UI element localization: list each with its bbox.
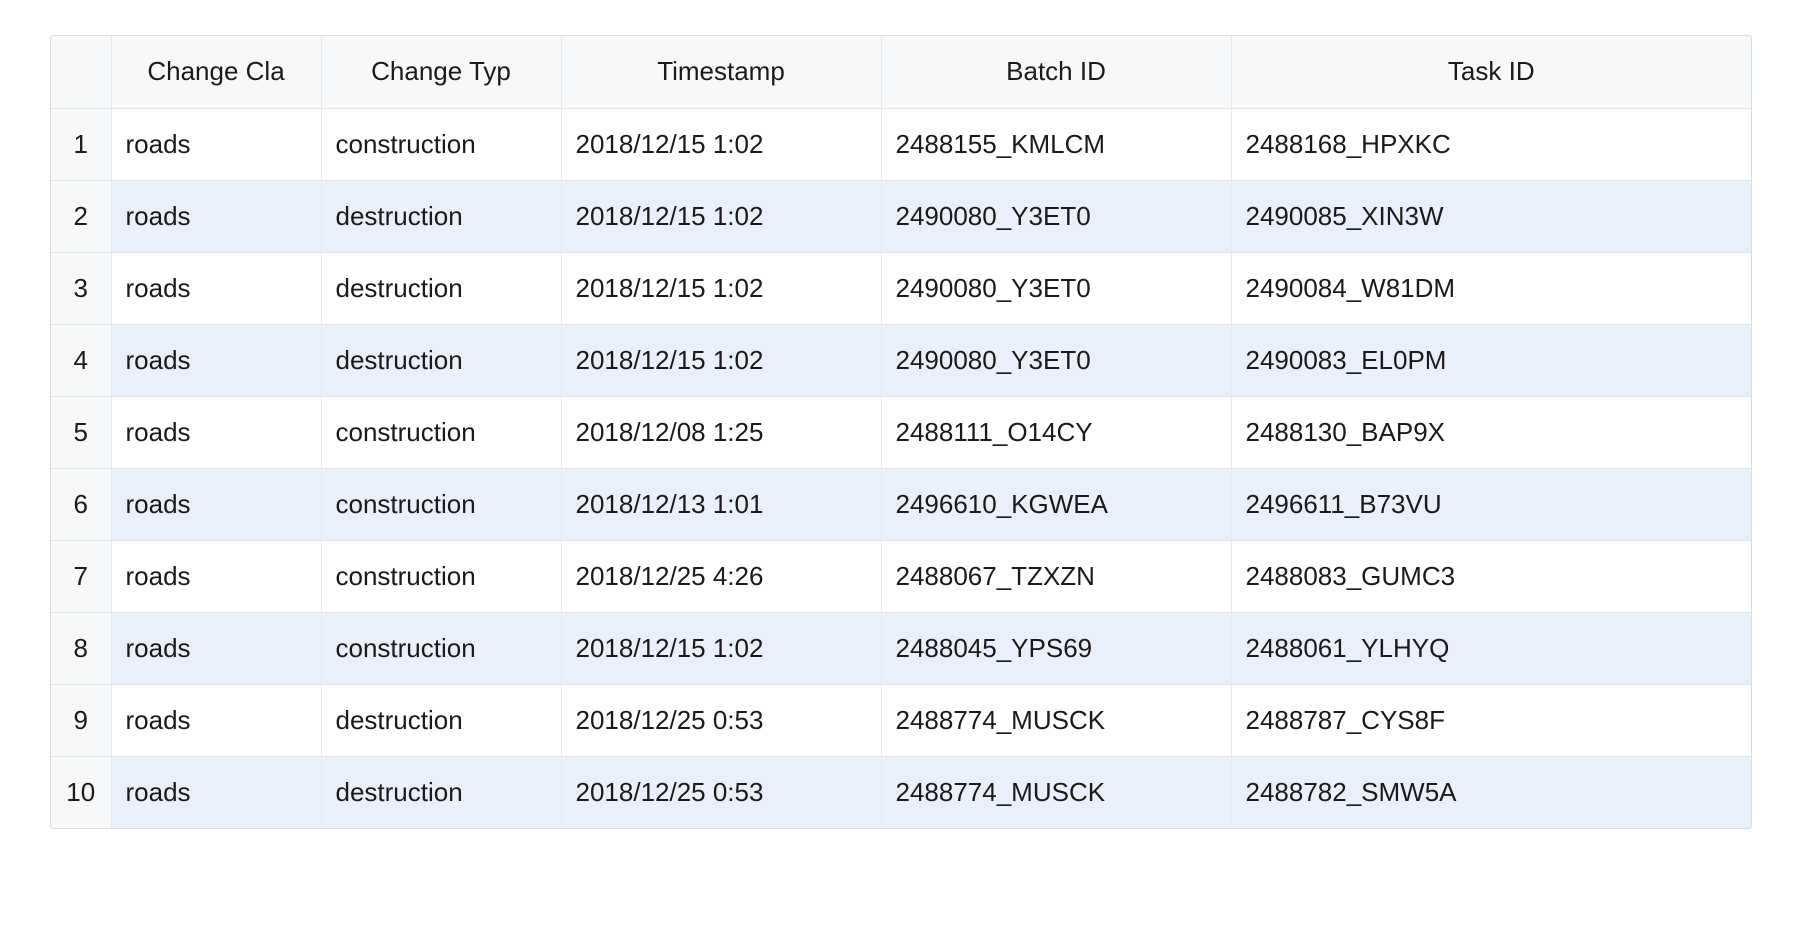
cell-rownum: 6	[51, 468, 111, 540]
cell-change-type: construction	[321, 540, 561, 612]
table-row[interactable]: 4 roads destruction 2018/12/15 1:02 2490…	[51, 324, 1751, 396]
cell-change-class: roads	[111, 108, 321, 180]
cell-batch-id: 2488045_YPS69	[881, 612, 1231, 684]
cell-timestamp: 2018/12/08 1:25	[561, 396, 881, 468]
table-row[interactable]: 6 roads construction 2018/12/13 1:01 249…	[51, 468, 1751, 540]
header-task-id[interactable]: Task ID	[1231, 36, 1751, 108]
cell-timestamp: 2018/12/15 1:02	[561, 180, 881, 252]
table-row[interactable]: 3 roads destruction 2018/12/15 1:02 2490…	[51, 252, 1751, 324]
cell-timestamp: 2018/12/15 1:02	[561, 108, 881, 180]
cell-timestamp: 2018/12/15 1:02	[561, 324, 881, 396]
cell-task-id: 2488782_SMW5A	[1231, 756, 1751, 828]
cell-timestamp: 2018/12/25 4:26	[561, 540, 881, 612]
cell-batch-id: 2490080_Y3ET0	[881, 180, 1231, 252]
cell-task-id: 2488787_CYS8F	[1231, 684, 1751, 756]
data-table-container: Change Cla Change Typ Timestamp Batch ID…	[50, 35, 1752, 829]
cell-batch-id: 2496610_KGWEA	[881, 468, 1231, 540]
cell-change-type: destruction	[321, 684, 561, 756]
cell-batch-id: 2488067_TZXZN	[881, 540, 1231, 612]
cell-change-class: roads	[111, 324, 321, 396]
cell-change-type: destruction	[321, 756, 561, 828]
cell-timestamp: 2018/12/15 1:02	[561, 252, 881, 324]
table-header-row: Change Cla Change Typ Timestamp Batch ID…	[51, 36, 1751, 108]
cell-change-class: roads	[111, 756, 321, 828]
table-row[interactable]: 9 roads destruction 2018/12/25 0:53 2488…	[51, 684, 1751, 756]
cell-change-type: destruction	[321, 252, 561, 324]
cell-change-class: roads	[111, 396, 321, 468]
cell-task-id: 2488130_BAP9X	[1231, 396, 1751, 468]
cell-change-class: roads	[111, 252, 321, 324]
cell-task-id: 2490085_XIN3W	[1231, 180, 1751, 252]
cell-timestamp: 2018/12/15 1:02	[561, 612, 881, 684]
table-row[interactable]: 7 roads construction 2018/12/25 4:26 248…	[51, 540, 1751, 612]
cell-task-id: 2488168_HPXKC	[1231, 108, 1751, 180]
cell-batch-id: 2488111_O14CY	[881, 396, 1231, 468]
cell-change-type: construction	[321, 468, 561, 540]
cell-timestamp: 2018/12/25 0:53	[561, 756, 881, 828]
header-batch-id[interactable]: Batch ID	[881, 36, 1231, 108]
cell-timestamp: 2018/12/13 1:01	[561, 468, 881, 540]
cell-timestamp: 2018/12/25 0:53	[561, 684, 881, 756]
cell-batch-id: 2488774_MUSCK	[881, 684, 1231, 756]
cell-rownum: 2	[51, 180, 111, 252]
cell-change-class: roads	[111, 180, 321, 252]
cell-rownum: 1	[51, 108, 111, 180]
cell-batch-id: 2488774_MUSCK	[881, 756, 1231, 828]
data-table: Change Cla Change Typ Timestamp Batch ID…	[51, 36, 1751, 828]
cell-rownum: 5	[51, 396, 111, 468]
header-change-class[interactable]: Change Cla	[111, 36, 321, 108]
cell-batch-id: 2490080_Y3ET0	[881, 252, 1231, 324]
header-change-type[interactable]: Change Typ	[321, 36, 561, 108]
cell-change-class: roads	[111, 468, 321, 540]
table-row[interactable]: 5 roads construction 2018/12/08 1:25 248…	[51, 396, 1751, 468]
table-row[interactable]: 2 roads destruction 2018/12/15 1:02 2490…	[51, 180, 1751, 252]
cell-task-id: 2488061_YLHYQ	[1231, 612, 1751, 684]
cell-rownum: 10	[51, 756, 111, 828]
cell-batch-id: 2488155_KMLCM	[881, 108, 1231, 180]
table-row[interactable]: 1 roads construction 2018/12/15 1:02 248…	[51, 108, 1751, 180]
cell-task-id: 2490083_EL0PM	[1231, 324, 1751, 396]
cell-change-type: destruction	[321, 324, 561, 396]
cell-change-class: roads	[111, 684, 321, 756]
table-row[interactable]: 8 roads construction 2018/12/15 1:02 248…	[51, 612, 1751, 684]
table-row[interactable]: 10 roads destruction 2018/12/25 0:53 248…	[51, 756, 1751, 828]
cell-rownum: 3	[51, 252, 111, 324]
cell-change-type: construction	[321, 108, 561, 180]
cell-change-class: roads	[111, 540, 321, 612]
header-timestamp[interactable]: Timestamp	[561, 36, 881, 108]
cell-change-type: construction	[321, 612, 561, 684]
cell-task-id: 2490084_W81DM	[1231, 252, 1751, 324]
cell-rownum: 7	[51, 540, 111, 612]
cell-task-id: 2496611_B73VU	[1231, 468, 1751, 540]
cell-change-type: construction	[321, 396, 561, 468]
cell-task-id: 2488083_GUMC3	[1231, 540, 1751, 612]
table-body: 1 roads construction 2018/12/15 1:02 248…	[51, 108, 1751, 828]
cell-rownum: 4	[51, 324, 111, 396]
cell-rownum: 8	[51, 612, 111, 684]
header-rownum[interactable]	[51, 36, 111, 108]
cell-change-class: roads	[111, 612, 321, 684]
cell-rownum: 9	[51, 684, 111, 756]
cell-change-type: destruction	[321, 180, 561, 252]
cell-batch-id: 2490080_Y3ET0	[881, 324, 1231, 396]
